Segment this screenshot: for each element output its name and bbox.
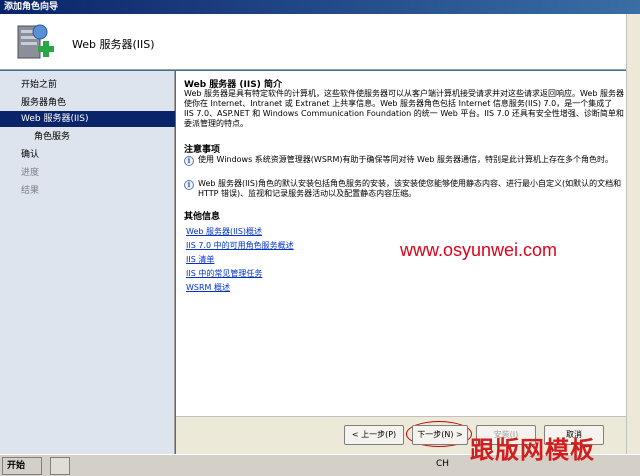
link-wsrm-overview[interactable]: WSRM 概述 xyxy=(186,282,230,293)
next-button[interactable]: 下一步(N) > xyxy=(412,425,468,445)
nav-item-web-server-iis[interactable]: Web 服务器(IIS) xyxy=(0,111,175,127)
window-title-bar: 添加角色向导 xyxy=(0,0,640,14)
nav-item-progress: 进度 xyxy=(21,168,40,178)
nav-item-before-you-begin[interactable]: 开始之前 xyxy=(0,77,175,93)
note-item: i 使用 Windows 系统资源管理器(WSRM)有助于确保等同对待 Web … xyxy=(184,155,624,166)
watermark-url: www.osyunwei.com xyxy=(400,240,558,260)
nav-item-server-roles[interactable]: 服务器角色 xyxy=(0,95,175,111)
start-label: 开始 xyxy=(7,461,26,471)
notes-heading: 注意事项 xyxy=(184,145,221,155)
intro-text: Web 服务器是具有特定软件的计算机，这些软件使服务器可以从客户端计算机接受请求… xyxy=(184,89,624,128)
note-text: Web 服务器(IIS)角色的默认安装包括角色服务的安装，该安装使您能够使用静态… xyxy=(198,179,622,198)
info-icon: i xyxy=(184,156,194,166)
info-icon: i xyxy=(184,180,194,190)
note-item: i Web 服务器(IIS)角色的默认安装包括角色服务的安装，该安装使您能够使用… xyxy=(184,179,624,199)
right-edge-strip xyxy=(626,14,640,454)
wizard-nav: 开始之前 服务器角色 Web 服务器(IIS) 角色服务 确认 进度 结果 xyxy=(0,71,175,454)
brand-watermark: 跟版网模板 xyxy=(470,437,595,464)
tray-language[interactable]: CH xyxy=(436,459,449,469)
more-info-heading: 其他信息 xyxy=(184,212,221,222)
window-title: 添加角色向导 xyxy=(4,2,59,12)
taskbar-app-icon[interactable] xyxy=(50,457,70,475)
link-iis-checklist[interactable]: IIS 清单 xyxy=(186,254,214,265)
start-button[interactable]: 开始 xyxy=(2,457,42,475)
nav-item-role-services[interactable]: 角色服务 xyxy=(0,129,175,145)
page-title: Web 服务器(IIS) xyxy=(72,38,155,51)
server-add-icon xyxy=(10,20,58,66)
link-iis-common-tasks[interactable]: IIS 中的常见管理任务 xyxy=(186,268,262,279)
link-role-services-overview[interactable]: IIS 7.0 中的可用角色服务概述 xyxy=(186,240,294,251)
back-button[interactable]: < 上一步(P) xyxy=(344,425,404,445)
link-web-server-overview[interactable]: Web 服务器(IIS)概述 xyxy=(186,226,262,237)
nav-item-confirmation[interactable]: 确认 xyxy=(0,147,175,163)
wizard-header: Web 服务器(IIS) xyxy=(0,14,626,70)
note-text: 使用 Windows 系统资源管理器(WSRM)有助于确保等同对待 Web 服务… xyxy=(198,155,614,164)
nav-item-results: 结果 xyxy=(21,186,40,196)
